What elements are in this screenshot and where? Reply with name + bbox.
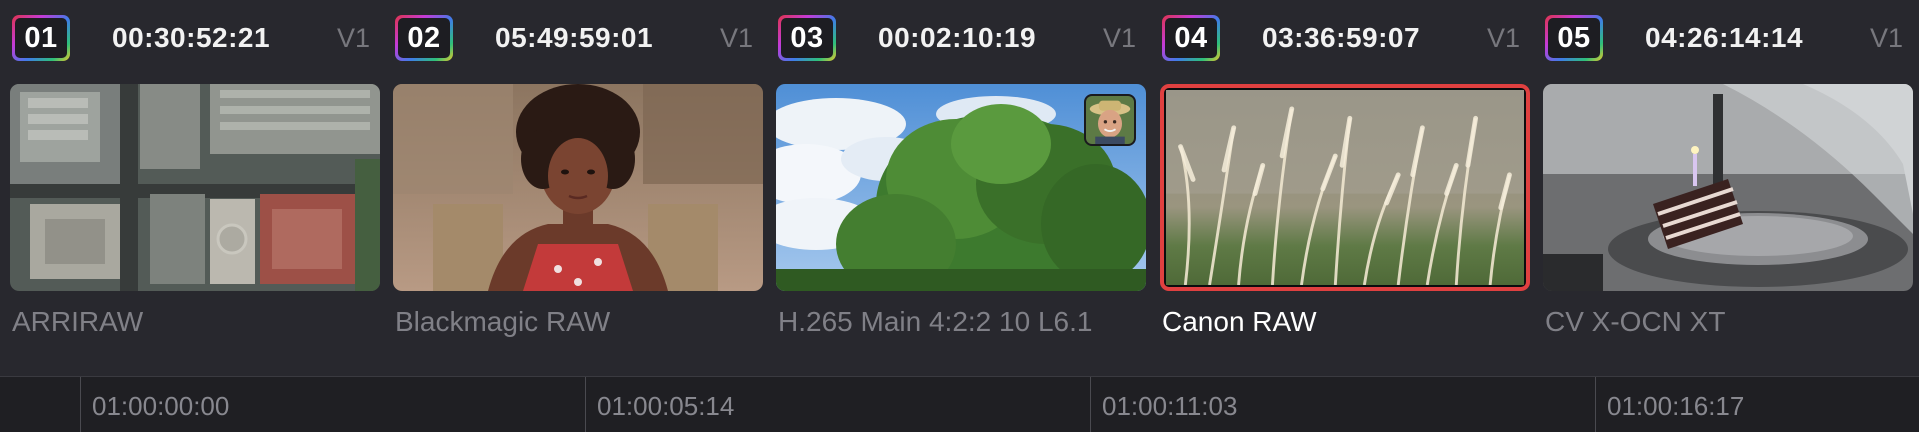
clip-name: CV X-OCN XT xyxy=(1545,306,1726,337)
ruler-tick xyxy=(585,377,586,432)
clip-number-badge: 05 xyxy=(1545,15,1603,61)
clip-track-label: V1 xyxy=(336,23,370,53)
clip-timecode: 04:26:14:14 xyxy=(1645,22,1804,53)
clip-number: 04 xyxy=(1165,18,1217,58)
clip-name: Canon RAW xyxy=(1162,306,1317,337)
ruler-timecode-label: 01:00:11:03 xyxy=(1102,391,1238,421)
clip-name: ARRIRAW xyxy=(12,306,144,337)
clip-number-badge: 03 xyxy=(778,15,836,61)
clip-number: 01 xyxy=(15,18,67,58)
clip-name: H.265 Main 4:2:2 10 L6.1 xyxy=(778,306,1093,337)
clip-header: 03 00:02:10:19 V1 xyxy=(778,15,1148,67)
clip-thumbnail-grass-selected[interactable] xyxy=(1160,84,1530,291)
woman-portrait-image xyxy=(393,84,763,291)
ruler-timecode-label: 01:00:00:00 xyxy=(92,391,230,421)
timeline-ruler[interactable]: 01:00:00:00 01:00:05:14 01:00:11:03 01:0… xyxy=(0,376,1919,432)
clip-number: 03 xyxy=(781,18,833,58)
clip-timecode: 05:49:59:01 xyxy=(495,22,654,53)
ruler-tick xyxy=(80,377,81,432)
clip-name: Blackmagic RAW xyxy=(395,306,611,337)
clip-number: 02 xyxy=(398,18,450,58)
clip-track-label: V1 xyxy=(1102,23,1136,53)
clip-card-03[interactable]: 03 00:02:10:19 V1 H.265 Main 4:2:2 10 L6… xyxy=(766,0,1148,375)
clip-header: 02 05:49:59:01 V1 xyxy=(395,15,765,67)
ruler-timecode-label: 01:00:05:14 xyxy=(597,391,735,421)
clip-thumbnail-portrait[interactable] xyxy=(393,84,763,291)
clip-thumbnail-cake[interactable] xyxy=(1543,84,1913,291)
clip-thumbnail-timeline: 01 00:30:52:21 V1 ARRIRAW 02 05:49:59:01… xyxy=(0,0,1919,432)
clip-number-badge: 04 xyxy=(1162,15,1220,61)
clip-timecode: 03:36:59:07 xyxy=(1262,22,1421,53)
aerial-city-image xyxy=(10,84,380,291)
clip-card-02[interactable]: 02 05:49:59:01 V1 Blackmagic RAW xyxy=(383,0,765,375)
clip-timecode: 00:30:52:21 xyxy=(112,22,271,53)
ruler-timecode-label: 01:00:16:17 xyxy=(1607,391,1745,421)
clip-thumbnail-tree[interactable] xyxy=(776,84,1146,291)
clip-number-badge: 01 xyxy=(12,15,70,61)
clip-number-badge: 02 xyxy=(395,15,453,61)
clip-header: 05 04:26:14:14 V1 xyxy=(1545,15,1915,67)
clip-track-label: V1 xyxy=(1486,23,1520,53)
ruler-tick xyxy=(1090,377,1091,432)
clip-track-label: V1 xyxy=(719,23,753,53)
clip-header: 01 00:30:52:21 V1 xyxy=(12,15,382,67)
clip-card-04[interactable]: 04 03:36:59:07 V1 Canon RAW xyxy=(1150,0,1532,375)
clip-track-label: V1 xyxy=(1869,23,1903,53)
clip-card-01[interactable]: 01 00:30:52:21 V1 ARRIRAW xyxy=(0,0,382,375)
grass-image xyxy=(1166,90,1524,285)
clip-thumbnail-aerial-city[interactable] xyxy=(10,84,380,291)
clip-card-05[interactable]: 05 04:26:14:14 V1 CV X-OCN XT xyxy=(1533,0,1915,375)
clip-number: 05 xyxy=(1548,18,1600,58)
clip-header: 04 03:36:59:07 V1 xyxy=(1162,15,1532,67)
ruler-tick xyxy=(1595,377,1596,432)
person-face-icon xyxy=(1084,94,1136,146)
cake-image xyxy=(1543,84,1913,291)
clip-timecode: 00:02:10:19 xyxy=(878,22,1037,53)
face-thumbnail xyxy=(1086,96,1134,144)
